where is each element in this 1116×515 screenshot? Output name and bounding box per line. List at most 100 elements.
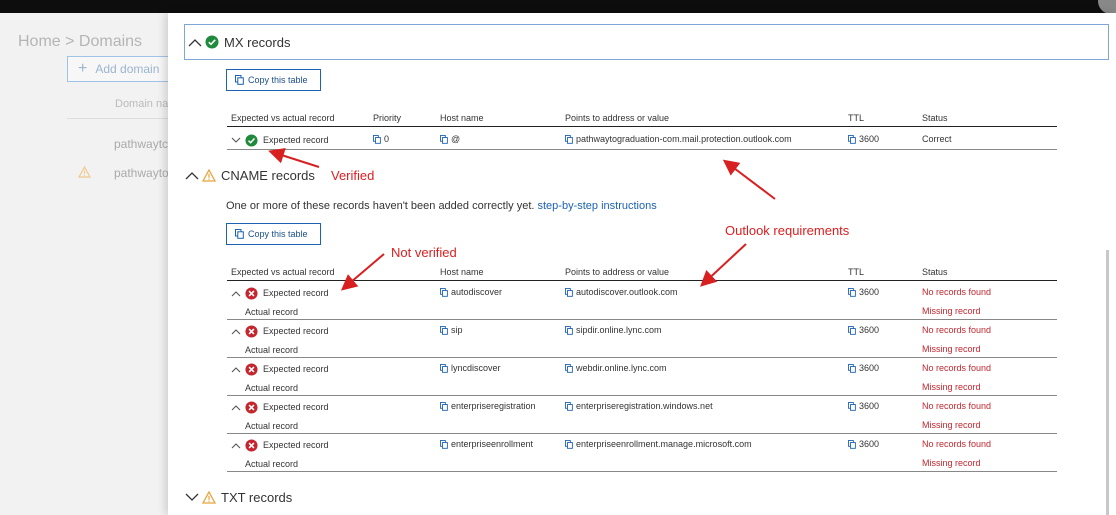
chevron-up-icon[interactable] xyxy=(231,366,241,373)
cname-host[interactable]: autodiscover xyxy=(440,286,502,298)
expected-record-label: Expected record xyxy=(263,288,329,298)
annotation-verified: Verified xyxy=(331,168,375,183)
mx-ttl[interactable]: 3600 xyxy=(848,133,879,145)
chevron-up-icon[interactable] xyxy=(231,328,241,335)
cname-points[interactable]: sipdir.online.lync.com xyxy=(565,324,662,336)
copy-icon[interactable] xyxy=(440,325,448,335)
actual-record-label: Actual record xyxy=(245,382,299,393)
col-header-record: Expected vs actual record xyxy=(231,267,335,277)
status-missing-record: Missing record xyxy=(922,458,981,468)
copy-cname-table-button[interactable]: Copy this table xyxy=(226,223,321,245)
mx-records-header[interactable]: MX records xyxy=(184,24,1109,60)
copy-icon[interactable] xyxy=(848,325,856,335)
error-circle-icon xyxy=(245,362,258,376)
txt-records-header[interactable]: TXT records xyxy=(184,490,292,505)
chevron-up-icon[interactable] xyxy=(231,404,241,411)
status-missing-record: Missing record xyxy=(922,306,981,316)
mx-priority[interactable]: 0 xyxy=(373,133,389,145)
txt-records-title: TXT records xyxy=(221,490,293,505)
status-no-records: No records found xyxy=(922,439,992,449)
copy-icon[interactable] xyxy=(848,134,856,144)
chevron-up-icon[interactable] xyxy=(187,35,203,49)
cname-host[interactable]: enterpriseregistration xyxy=(440,400,536,412)
cname-row-expander[interactable]: Expected record xyxy=(231,400,329,414)
copy-icon[interactable] xyxy=(848,287,856,297)
annotation-not-verified: Not verified xyxy=(391,245,457,260)
copy-mx-table-button[interactable]: Copy this table xyxy=(226,69,321,91)
copy-icon[interactable] xyxy=(440,401,448,411)
ttl-value: 3600 xyxy=(859,325,880,335)
add-domain-label: Add domain xyxy=(95,62,160,76)
copy-icon[interactable] xyxy=(565,325,573,335)
cname-row-expander[interactable]: Expected record xyxy=(231,362,329,376)
cname-records-header[interactable]: CNAME records xyxy=(184,168,315,183)
expected-record-label: Expected record xyxy=(263,402,329,412)
ttl-value: 3600 xyxy=(859,439,880,449)
row-divider xyxy=(227,319,1057,320)
copy-icon[interactable] xyxy=(373,134,381,144)
copy-icon[interactable] xyxy=(848,401,856,411)
cname-ttl[interactable]: 3600 xyxy=(848,438,879,450)
table-header-line xyxy=(227,280,1057,281)
col-header-host: Host name xyxy=(440,267,484,277)
copy-icon[interactable] xyxy=(440,134,448,144)
cname-points[interactable]: autodiscover.outlook.com xyxy=(565,286,678,298)
chevron-down-icon[interactable] xyxy=(184,491,200,505)
error-circle-icon xyxy=(245,400,258,414)
copy-icon[interactable] xyxy=(565,134,573,144)
copy-icon[interactable] xyxy=(848,439,856,449)
warning-icon xyxy=(77,165,92,183)
cname-ttl[interactable]: 3600 xyxy=(848,400,879,412)
copy-icon[interactable] xyxy=(440,439,448,449)
copy-icon[interactable] xyxy=(565,439,573,449)
error-circle-icon xyxy=(245,324,258,338)
copy-icon[interactable] xyxy=(440,363,448,373)
cname-host[interactable]: enterpriseenrollment xyxy=(440,438,533,450)
error-circle-icon xyxy=(245,438,258,452)
copy-icon[interactable] xyxy=(565,401,573,411)
cname-row-expander[interactable]: Expected record xyxy=(231,286,329,300)
copy-icon[interactable] xyxy=(565,363,573,373)
copy-icon[interactable] xyxy=(848,363,856,373)
domain-row[interactable]: pathwaytc xyxy=(114,137,168,151)
step-by-step-link[interactable]: step-by-step instructions xyxy=(538,200,657,212)
cname-ttl[interactable]: 3600 xyxy=(848,324,879,336)
cname-row-expander[interactable]: Expected record xyxy=(231,438,329,452)
row-divider xyxy=(227,357,1057,358)
chevron-down-icon[interactable] xyxy=(231,137,241,144)
chevron-up-icon[interactable] xyxy=(231,442,241,449)
expected-record-label: Expected record xyxy=(263,326,329,336)
domain-row[interactable]: pathwayto xyxy=(114,166,169,180)
ttl-value: 3600 xyxy=(859,287,880,297)
cname-points[interactable]: enterpriseregistration.windows.net xyxy=(565,400,713,412)
add-domain-button[interactable]: + Add domain xyxy=(67,56,177,82)
check-circle-icon xyxy=(205,35,219,49)
host-value: autodiscover xyxy=(451,287,503,297)
cname-ttl[interactable]: 3600 xyxy=(848,362,879,374)
mx-host[interactable]: @ xyxy=(440,133,460,145)
error-circle-icon xyxy=(245,286,258,300)
col-header-status: Status xyxy=(922,267,948,277)
ttl-value: 3600 xyxy=(859,134,880,144)
cname-row-expander[interactable]: Expected record xyxy=(231,324,329,338)
chevron-up-icon[interactable] xyxy=(184,169,200,183)
copy-icon[interactable] xyxy=(440,287,448,297)
points-value: sipdir.online.lync.com xyxy=(576,325,662,335)
cname-ttl[interactable]: 3600 xyxy=(848,286,879,298)
row-divider xyxy=(227,395,1057,396)
mx-row-expander[interactable]: Expected record xyxy=(231,133,329,147)
row-divider xyxy=(227,149,1057,150)
row-divider xyxy=(227,471,1057,472)
domain-column-header[interactable]: Domain na xyxy=(115,98,168,110)
copy-icon[interactable] xyxy=(565,287,573,297)
mx-points[interactable]: pathwaytograduation-com.mail.protection.… xyxy=(565,133,792,145)
breadcrumb[interactable]: Home > Domains xyxy=(18,33,142,51)
points-value: enterpriseenrollment.manage.microsoft.co… xyxy=(576,439,752,449)
expected-record-label: Expected record xyxy=(263,364,329,374)
cname-host[interactable]: lyncdiscover xyxy=(440,362,501,374)
cname-host[interactable]: sip xyxy=(440,324,463,336)
cname-points[interactable]: webdir.online.lync.com xyxy=(565,362,667,374)
cname-points[interactable]: enterpriseenrollment.manage.microsoft.co… xyxy=(565,438,752,450)
scrollbar[interactable] xyxy=(1106,250,1109,515)
chevron-up-icon[interactable] xyxy=(231,290,241,297)
